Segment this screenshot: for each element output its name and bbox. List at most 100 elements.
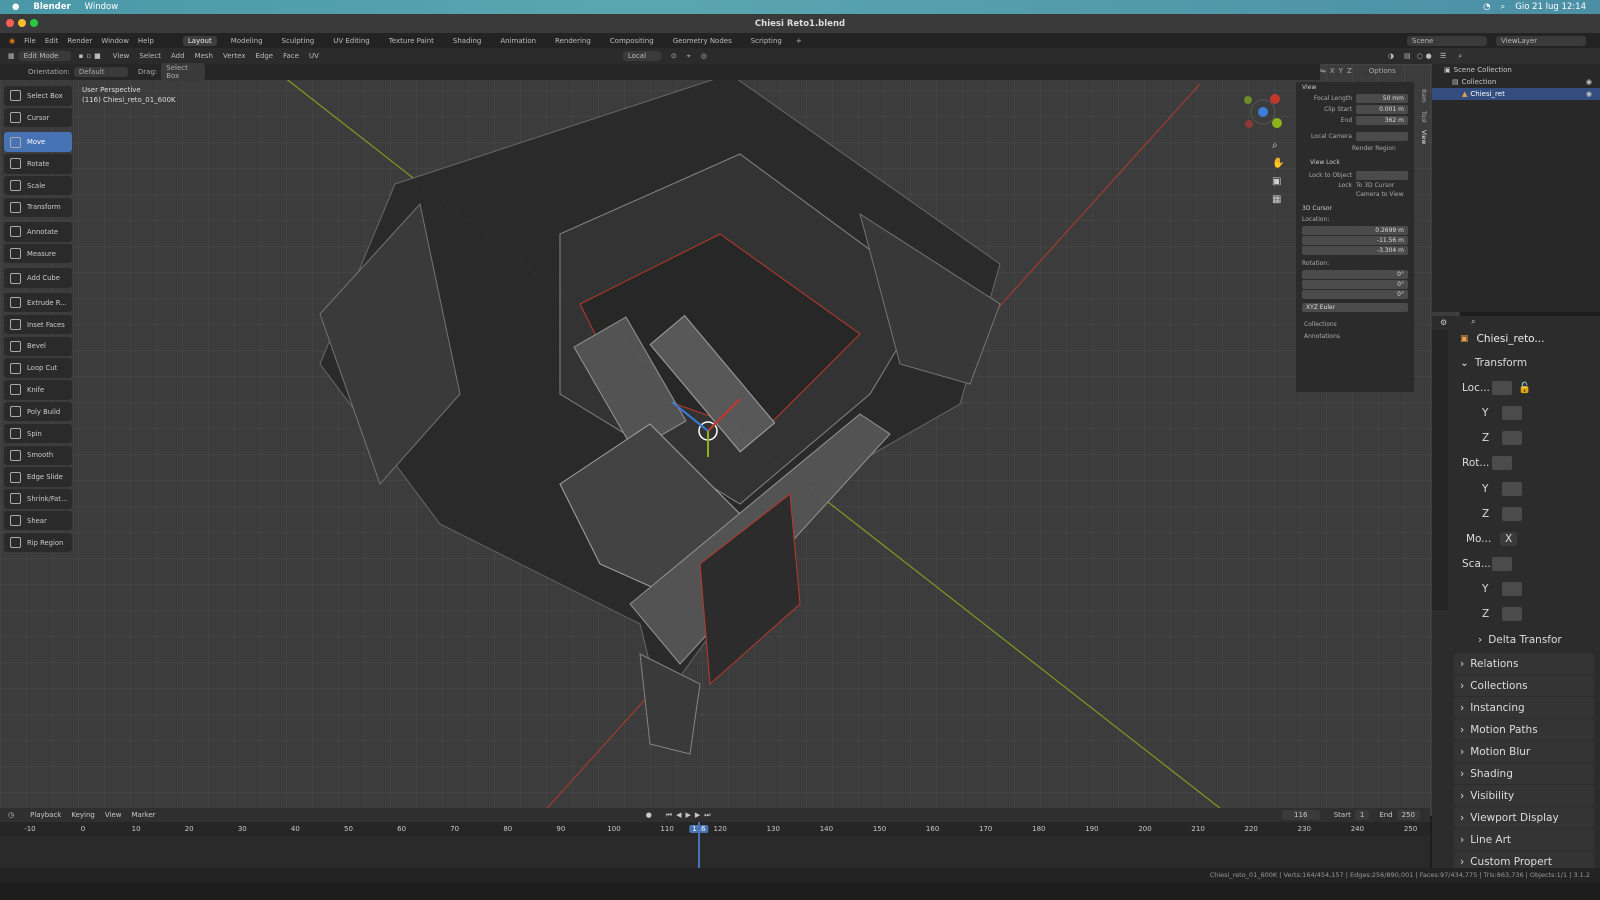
view-lock-title[interactable]: View Lock bbox=[1296, 155, 1414, 170]
outliner-editor-icon[interactable]: ☰ bbox=[1440, 52, 1446, 60]
tool-rotate[interactable]: Rotate bbox=[4, 154, 72, 174]
lock-to-object-field[interactable] bbox=[1356, 171, 1408, 180]
options-dropdown[interactable]: Options bbox=[1363, 66, 1401, 76]
menu-window[interactable]: Window bbox=[85, 2, 119, 12]
cursor-loc-z-field[interactable]: -3.304 m bbox=[1302, 246, 1408, 255]
3d-cursor-title[interactable]: 3D Cursor bbox=[1296, 199, 1414, 214]
tab-compositing[interactable]: Compositing bbox=[605, 36, 659, 46]
delta-transform-subpanel[interactable]: › Delta Transfor bbox=[1432, 627, 1600, 652]
menu-edit[interactable]: Edit bbox=[45, 37, 59, 45]
scale-z-field[interactable] bbox=[1502, 607, 1522, 622]
current-frame-field[interactable]: 116 bbox=[1281, 810, 1320, 820]
focal-length-field[interactable]: 50 mm bbox=[1356, 94, 1408, 103]
tool-shear[interactable]: Shear bbox=[4, 510, 72, 531]
cursor-rot-z-field[interactable]: 0° bbox=[1302, 290, 1408, 299]
start-frame-field[interactable]: 1 bbox=[1354, 810, 1370, 820]
drag-selector[interactable]: Select Box bbox=[161, 63, 206, 81]
menu-select[interactable]: Select bbox=[139, 52, 161, 60]
tool-knife[interactable]: Knife bbox=[4, 380, 72, 400]
tool-poly-build[interactable]: Poly Build bbox=[4, 401, 72, 422]
lock-icon[interactable]: 🔓 bbox=[1518, 381, 1531, 394]
playhead[interactable] bbox=[698, 822, 700, 868]
rotation-x-field[interactable] bbox=[1492, 456, 1512, 471]
panel-motion-blur[interactable]: › Motion Blur bbox=[1454, 741, 1594, 763]
select-mode-face-icon[interactable]: ■ bbox=[94, 52, 101, 60]
menu-vertex[interactable]: Vertex bbox=[223, 52, 246, 60]
pivot-icon[interactable]: ⊙ bbox=[671, 52, 677, 60]
shading-solid-icon[interactable]: ● bbox=[1426, 52, 1432, 60]
camera-to-view-checkbox[interactable]: Camera to View bbox=[1296, 190, 1414, 199]
cursor-loc-y-field[interactable]: -11.56 m bbox=[1302, 236, 1408, 245]
wifi-icon[interactable]: ◔ bbox=[1483, 2, 1490, 12]
location-y-field[interactable] bbox=[1502, 405, 1522, 420]
tool-select-box[interactable]: Select Box bbox=[4, 86, 72, 106]
zoom-icon[interactable]: ⌕ bbox=[1272, 140, 1278, 151]
clip-end-field[interactable]: 362 m bbox=[1356, 116, 1408, 125]
tool-spin[interactable]: Spin bbox=[4, 423, 72, 444]
transform-orientation-selector[interactable]: Local bbox=[622, 51, 661, 61]
close-window-button[interactable] bbox=[6, 19, 14, 27]
tool-rip[interactable]: Rip Region bbox=[4, 532, 72, 553]
location-x-field[interactable] bbox=[1492, 380, 1512, 395]
tab-rendering[interactable]: Rendering bbox=[550, 36, 596, 46]
apple-icon[interactable]: ● bbox=[12, 2, 19, 12]
rotation-mode-dropdown[interactable]: X bbox=[1500, 531, 1518, 546]
timeline-editor-icon[interactable]: ◷ bbox=[8, 811, 14, 819]
ortho-toggle-icon[interactable]: ▦ bbox=[1272, 194, 1281, 205]
viewport-scene[interactable] bbox=[0, 64, 1460, 816]
editor-type-icon[interactable]: ▦ bbox=[8, 52, 15, 60]
zoom-window-button[interactable] bbox=[30, 19, 38, 27]
tab-shading[interactable]: Shading bbox=[448, 36, 486, 46]
panel-line-art[interactable]: › Line Art bbox=[1454, 829, 1594, 851]
tab-scripting[interactable]: Scripting bbox=[746, 36, 787, 46]
cursor-rot-y-field[interactable]: 0° bbox=[1302, 280, 1408, 289]
timeline-keying-menu[interactable]: Keying bbox=[71, 811, 95, 819]
local-camera-field[interactable] bbox=[1356, 132, 1408, 141]
rotation-y-field[interactable] bbox=[1502, 481, 1522, 496]
tab-texture-paint[interactable]: Texture Paint bbox=[384, 36, 439, 46]
jump-end-button[interactable]: ⏭ bbox=[704, 811, 710, 820]
tool-extrude[interactable]: Extrude R... bbox=[4, 292, 72, 313]
rotation-z-field[interactable] bbox=[1502, 506, 1522, 521]
tab-item[interactable]: Item bbox=[1420, 86, 1427, 106]
rotation-mode-selector[interactable]: XYZ Euler bbox=[1302, 303, 1408, 312]
orientation-selector[interactable]: Default bbox=[73, 67, 128, 77]
tool-cursor[interactable]: Cursor bbox=[4, 107, 72, 128]
search-icon[interactable]: ⌕ bbox=[1501, 2, 1506, 12]
menu-mesh[interactable]: Mesh bbox=[195, 52, 213, 60]
outliner-row-collection[interactable]: ▤ Collection ◉ bbox=[1432, 76, 1600, 88]
panel-relations[interactable]: › Relations bbox=[1454, 653, 1594, 675]
menu-file[interactable]: File bbox=[24, 37, 36, 45]
select-mode-vertex-icon[interactable]: ▪ bbox=[79, 52, 84, 60]
tool-edge-slide[interactable]: Edge Slide bbox=[4, 467, 72, 487]
tab-sculpting[interactable]: Sculpting bbox=[277, 36, 320, 46]
tool-bevel[interactable]: Bevel bbox=[4, 336, 72, 357]
tab-view[interactable]: View bbox=[1420, 127, 1427, 147]
tab-geometry-nodes[interactable]: Geometry Nodes bbox=[668, 36, 737, 46]
location-z-field[interactable] bbox=[1502, 431, 1522, 446]
tool-loop-cut[interactable]: Loop Cut bbox=[4, 358, 72, 378]
minimize-window-button[interactable] bbox=[18, 19, 26, 27]
clock[interactable]: Gio 21 lug 12:14 bbox=[1515, 2, 1586, 12]
transform-panel-header[interactable]: ⌄ Transform bbox=[1432, 350, 1600, 375]
add-workspace-icon[interactable]: + bbox=[796, 37, 802, 45]
menu-app-name[interactable]: Blender bbox=[33, 2, 70, 12]
tab-animation[interactable]: Animation bbox=[495, 36, 541, 46]
properties-search-icon[interactable]: ⌕ bbox=[1471, 317, 1475, 327]
menu-view[interactable]: View bbox=[113, 52, 130, 60]
mirror-y-toggle[interactable]: Y bbox=[1339, 67, 1343, 75]
camera-view-icon[interactable]: ▣ bbox=[1272, 176, 1281, 187]
timeline-ruler[interactable]: -100102030405060708090100110116120130140… bbox=[0, 822, 1430, 836]
scale-y-field[interactable] bbox=[1502, 582, 1522, 597]
select-mode-edge-icon[interactable]: ▫ bbox=[86, 52, 91, 60]
menu-face[interactable]: Face bbox=[283, 52, 299, 60]
timeline-marker-menu[interactable]: Marker bbox=[131, 811, 155, 819]
timeline-view-menu[interactable]: View bbox=[105, 811, 122, 819]
shading-wireframe-icon[interactable]: ○ bbox=[1417, 52, 1423, 60]
tool-transform[interactable]: Transform bbox=[4, 197, 72, 218]
panel-collections[interactable]: › Collections bbox=[1454, 675, 1594, 697]
tab-modeling[interactable]: Modeling bbox=[226, 36, 268, 46]
render-region-checkbox[interactable]: Render Region bbox=[1296, 142, 1414, 155]
tool-scale[interactable]: Scale bbox=[4, 175, 72, 196]
overlay-icon[interactable]: ◑ bbox=[1388, 52, 1394, 60]
